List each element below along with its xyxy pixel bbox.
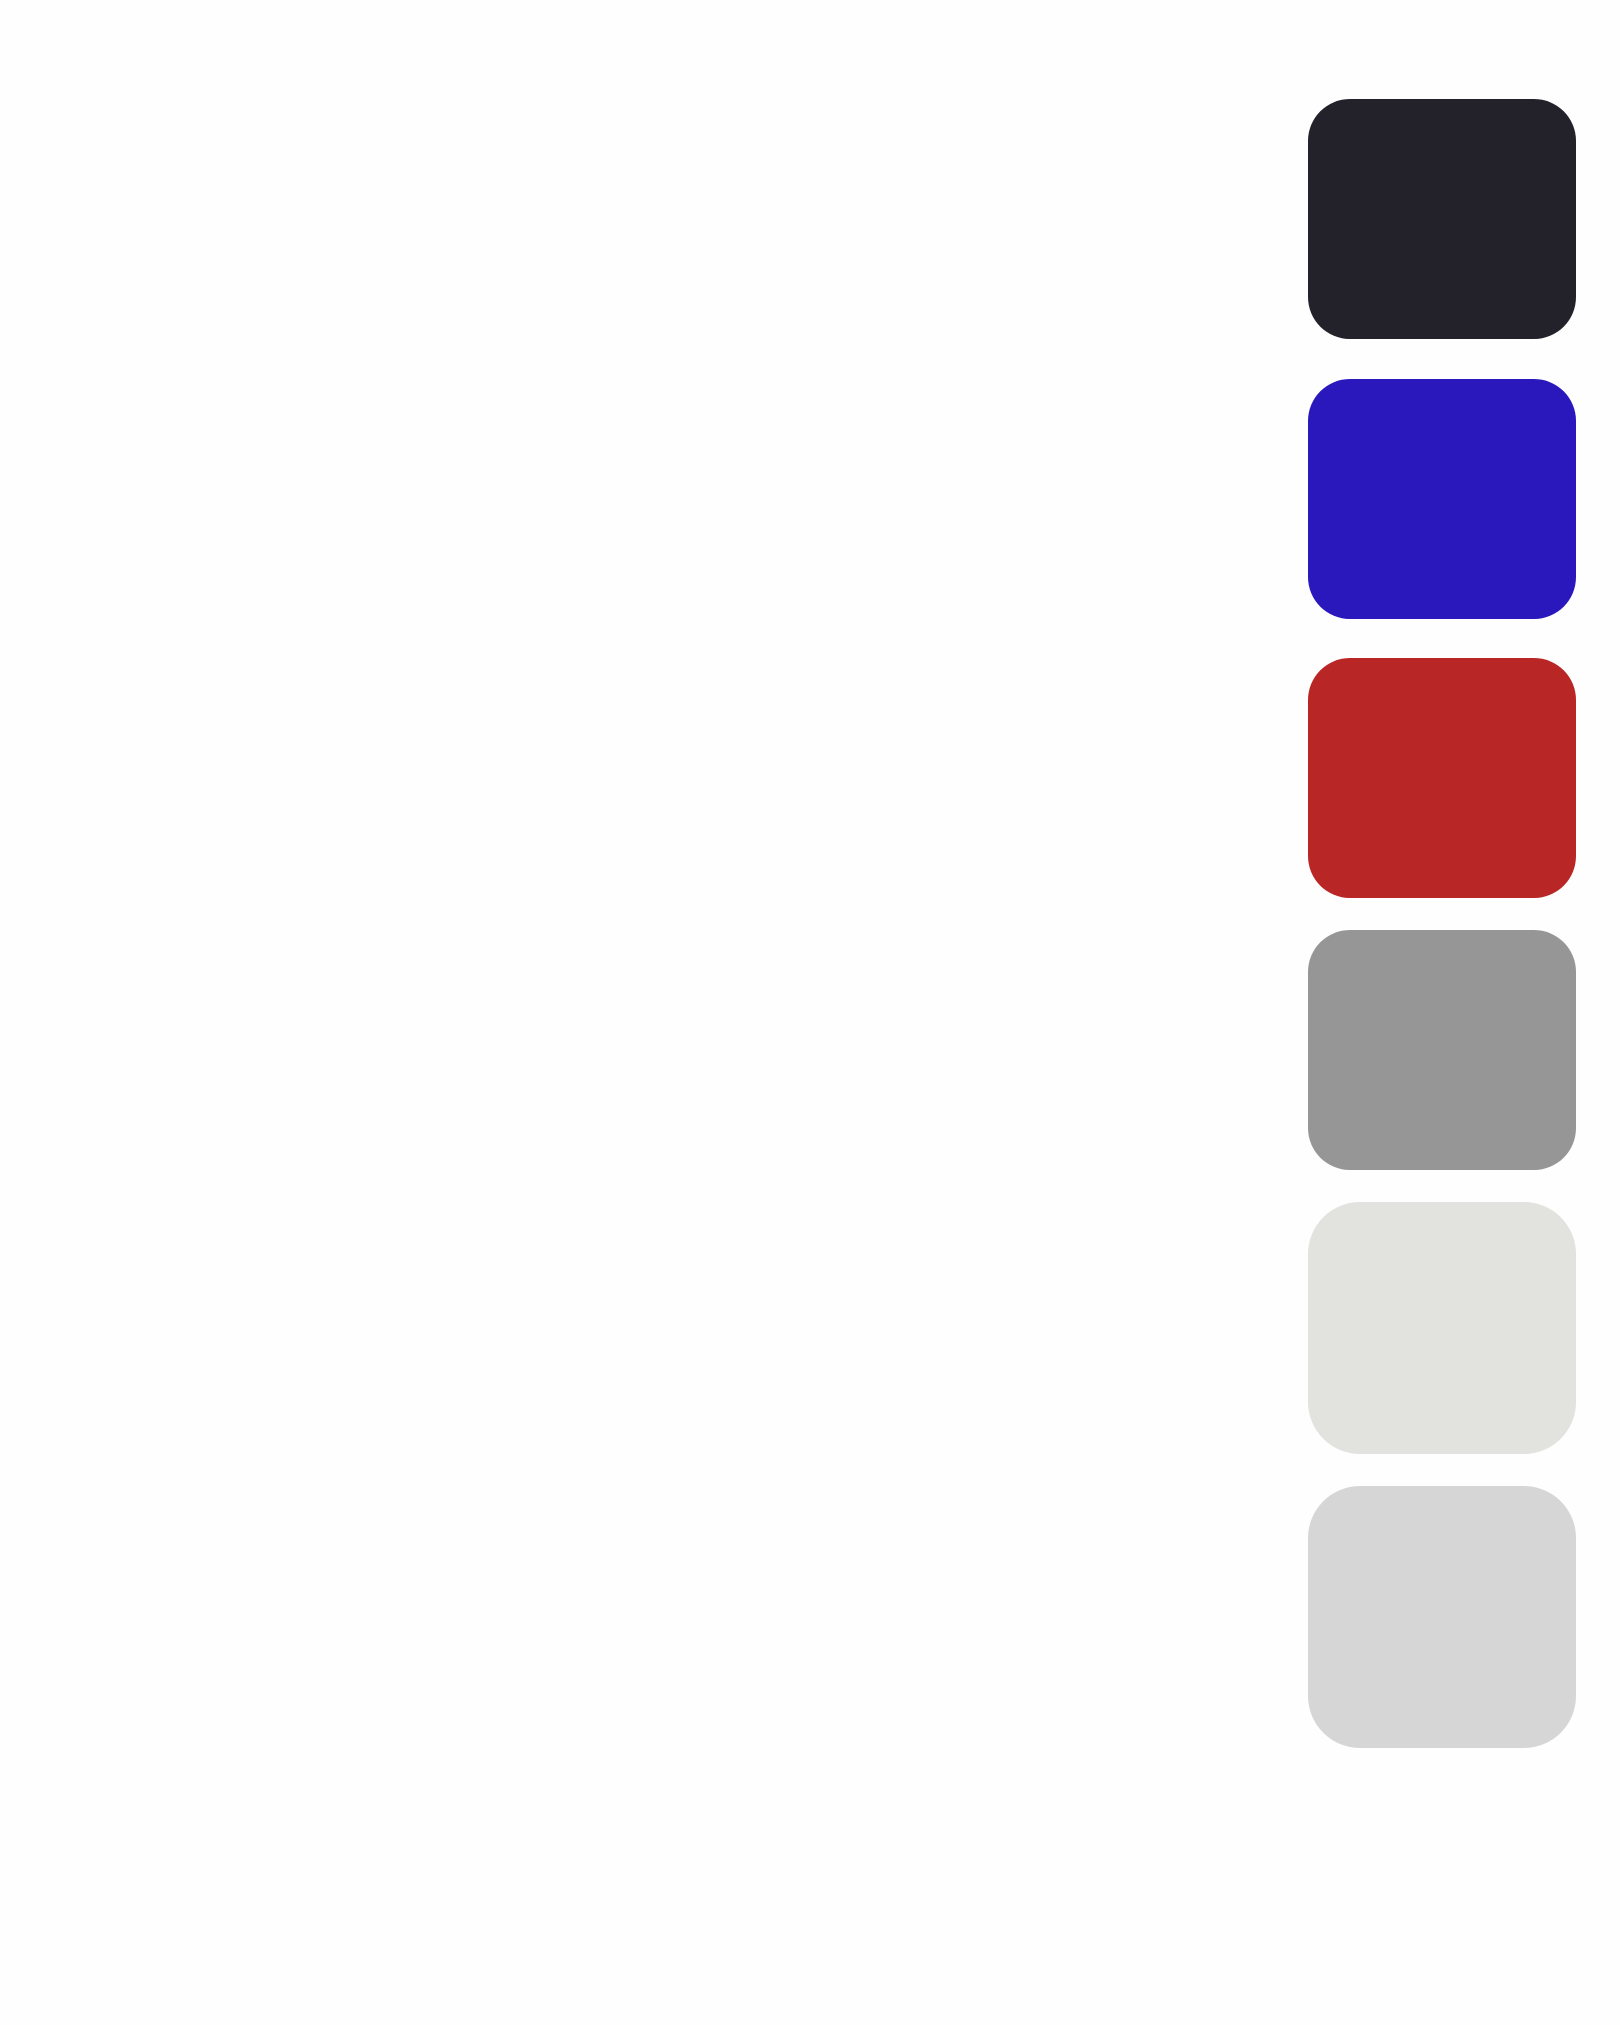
color-swatch-silver[interactable] xyxy=(1308,1486,1576,1748)
color-palette xyxy=(1308,0,1580,2025)
color-swatch-red[interactable] xyxy=(1308,658,1576,898)
drawing-canvas[interactable] xyxy=(0,0,1620,2025)
color-swatch-blue[interactable] xyxy=(1308,379,1576,619)
color-swatch-gray[interactable] xyxy=(1308,930,1576,1170)
color-swatch-dark-navy[interactable] xyxy=(1308,99,1576,339)
color-swatch-light-gray[interactable] xyxy=(1308,1202,1576,1454)
